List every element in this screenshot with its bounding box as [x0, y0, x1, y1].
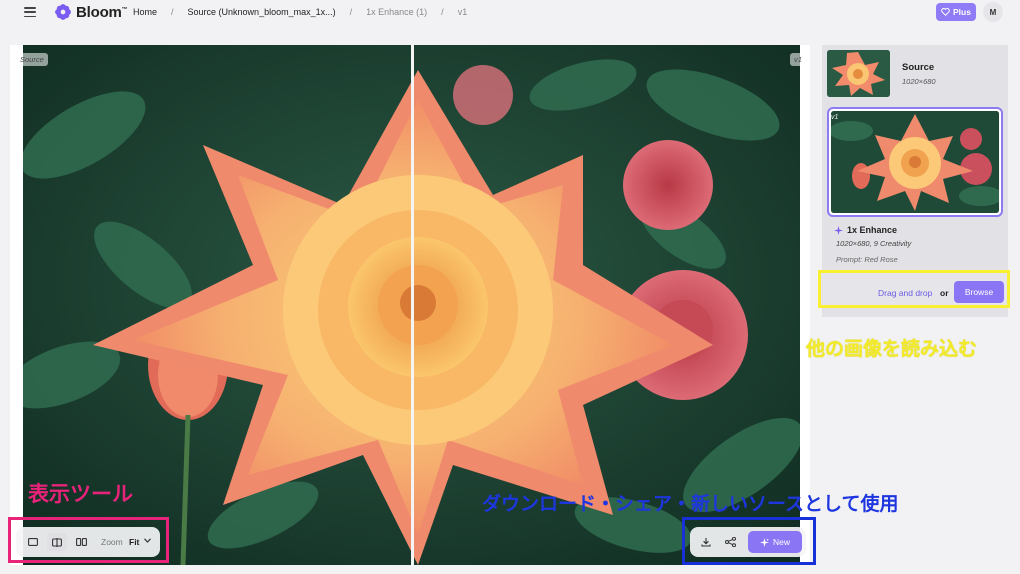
- compare-divider-handle[interactable]: [411, 45, 414, 565]
- zoom-select[interactable]: Fit: [129, 537, 139, 547]
- single-view-icon: [28, 538, 38, 546]
- new-label: New: [772, 537, 790, 547]
- browse-button[interactable]: Browse: [954, 281, 1004, 303]
- top-bar: Bloom™ Home / Source (Unknown_bloom_max_…: [0, 0, 1020, 26]
- share-icon: [724, 537, 736, 547]
- source-title: Source: [902, 62, 935, 73]
- source-thumbnail[interactable]: [827, 50, 890, 97]
- version-prompt: Prompt: Red Rose: [836, 255, 898, 264]
- annotation-view-tools: 表示ツール: [28, 482, 133, 506]
- plus-button[interactable]: Plus: [936, 3, 976, 21]
- new-button[interactable]: New: [748, 531, 802, 553]
- version-thumbnail: [831, 111, 999, 213]
- plus-label: Plus: [953, 7, 971, 17]
- drag-and-drop-link[interactable]: Drag and drop: [878, 288, 932, 298]
- app-name: Bloom™: [76, 3, 128, 21]
- side-by-side-icon: [75, 538, 87, 546]
- version-title-text: 1x Enhance: [847, 225, 898, 235]
- split-view-button[interactable]: [47, 533, 67, 551]
- breadcrumb-separator: /: [441, 7, 444, 17]
- breadcrumb: Home / Source (Unknown_bloom_max_1x...) …: [133, 7, 467, 17]
- drop-or-label: or: [940, 288, 949, 298]
- flower-icon: [55, 4, 71, 20]
- download-button[interactable]: [699, 535, 713, 549]
- side-by-side-button[interactable]: [71, 533, 91, 551]
- hamburger-icon[interactable]: [24, 7, 36, 17]
- version-title: 1x Enhance: [834, 225, 897, 235]
- share-button[interactable]: [723, 535, 737, 549]
- version-thumbnail-image: [831, 111, 999, 213]
- version-card-tag: v1: [831, 114, 839, 121]
- zoom-label: Zoom: [101, 537, 123, 547]
- source-thumbnail-image: [827, 50, 890, 97]
- sparkle-icon: [834, 225, 843, 235]
- single-view-button[interactable]: [23, 533, 43, 551]
- version-meta: 1020×680, 9 Creativity: [836, 239, 912, 248]
- breadcrumb-source[interactable]: Source (Unknown_bloom_max_1x...): [188, 7, 336, 17]
- app-logo[interactable]: Bloom™: [54, 3, 128, 21]
- sparkle-icon: [759, 537, 769, 547]
- breadcrumb-separator: /: [349, 7, 353, 17]
- source-tag: Source: [16, 53, 48, 66]
- annotation-actions: ダウンロード・シェア・新しいソースとして使用: [482, 493, 899, 515]
- breadcrumb-version: v1: [457, 7, 468, 17]
- annotation-load-image: 他の画像を読み込む: [806, 338, 978, 360]
- breadcrumb-enhance[interactable]: 1x Enhance (1): [366, 7, 427, 17]
- download-icon: [701, 538, 711, 547]
- version-tag: v1: [790, 53, 806, 66]
- version-card[interactable]: [827, 107, 1003, 217]
- breadcrumb-home[interactable]: Home: [133, 7, 157, 17]
- split-view-icon: [52, 537, 62, 547]
- chevron-down-icon[interactable]: [144, 538, 151, 545]
- heart-icon: [941, 8, 950, 16]
- avatar[interactable]: M: [983, 2, 1003, 22]
- breadcrumb-separator: /: [171, 7, 174, 17]
- source-size: 1020×680: [902, 77, 936, 86]
